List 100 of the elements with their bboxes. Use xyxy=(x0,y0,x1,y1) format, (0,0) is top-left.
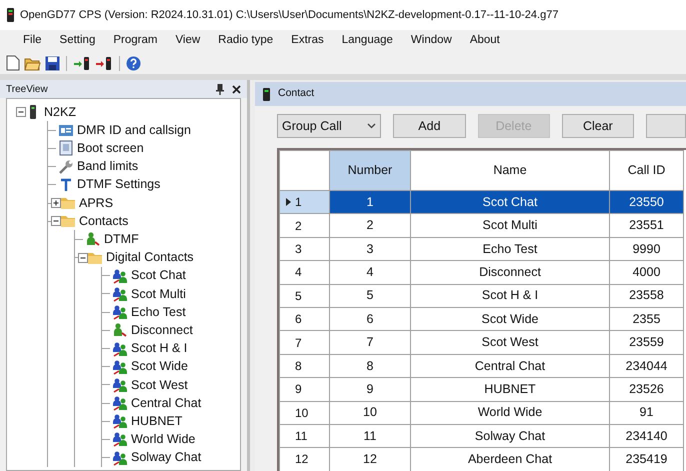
table-cell: Echo Test xyxy=(410,237,610,261)
collapse-icon[interactable] xyxy=(51,216,61,226)
call-type-dropdown[interactable]: Group Call xyxy=(277,114,382,138)
column-header[interactable]: Call ID xyxy=(610,150,684,190)
table-cell: Scot West xyxy=(410,330,610,354)
folder-icon xyxy=(60,213,76,230)
table-cell: Scot Wide xyxy=(410,307,610,331)
table-cell: 23526 xyxy=(610,378,684,402)
tree-item[interactable]: Solway Chat xyxy=(131,448,202,468)
row-header[interactable]: 9 xyxy=(280,378,330,402)
table-cell: 7 xyxy=(330,330,410,354)
new-file-icon[interactable] xyxy=(6,55,20,71)
close-icon[interactable] xyxy=(232,84,241,94)
save-icon[interactable] xyxy=(45,56,60,70)
tree-item[interactable]: N2KZ xyxy=(44,102,76,122)
folder-icon[interactable] xyxy=(24,56,41,70)
people-icon xyxy=(112,304,128,320)
row-header[interactable]: 6 xyxy=(280,307,330,331)
table-cell: 23558 xyxy=(610,284,684,308)
menu-item[interactable]: About xyxy=(460,32,509,50)
tree-item[interactable]: Digital Contacts xyxy=(106,248,194,267)
people-icon xyxy=(112,376,128,393)
table-cell: 5 xyxy=(330,284,410,308)
id-card-icon xyxy=(58,122,74,138)
menu-item[interactable]: Program xyxy=(104,32,166,50)
menu-item[interactable]: Language xyxy=(332,32,402,50)
collapse-icon[interactable] xyxy=(78,252,88,263)
expand-icon[interactable] xyxy=(51,198,61,208)
toolbar-button[interactable]: Clear xyxy=(562,114,634,138)
tree-item[interactable]: DTMF Settings xyxy=(77,175,160,194)
tree-item[interactable]: Echo Test xyxy=(131,302,186,322)
table-cell: 234044 xyxy=(610,354,684,378)
table-cell: 23550 xyxy=(610,190,684,214)
tree-item[interactable]: Scot Multi xyxy=(131,284,186,304)
tree-item[interactable]: HUBNET xyxy=(131,412,182,431)
tree-item[interactable]: DTMF xyxy=(104,230,139,249)
row-header[interactable]: 5 xyxy=(280,284,330,308)
table-cell: 234140 xyxy=(610,424,684,448)
tree-item[interactable]: Central Chat xyxy=(131,394,202,412)
menu-item[interactable]: File xyxy=(14,32,51,50)
table-cell: 11 xyxy=(330,424,410,448)
help-icon[interactable] xyxy=(126,56,141,70)
radio-icon xyxy=(6,8,15,22)
tree-item[interactable]: Scot West xyxy=(131,376,188,394)
row-header[interactable]: 4 xyxy=(280,260,330,284)
tree-item[interactable]: Boot screen xyxy=(77,139,144,158)
wrench-icon xyxy=(58,158,74,175)
table-cell: 23559 xyxy=(610,330,684,354)
people-icon xyxy=(112,413,128,430)
panel-title: Contact xyxy=(278,86,314,102)
row-header[interactable]: 3 xyxy=(280,237,330,261)
table-cell: 91 xyxy=(610,401,684,424)
tuning-fork-icon xyxy=(58,176,74,193)
people-icon xyxy=(112,431,128,448)
panel-title: TreeView xyxy=(6,82,49,96)
column-header[interactable]: Number xyxy=(330,150,410,190)
table-cell: 4000 xyxy=(610,260,684,284)
table-cell: 2 xyxy=(330,214,410,238)
read-radio-icon[interactable] xyxy=(73,56,91,70)
tree-item[interactable]: APRS xyxy=(79,194,114,212)
table-cell: 1 xyxy=(330,190,410,214)
menu-item[interactable]: Radio type xyxy=(209,32,282,50)
row-header[interactable]: 7 xyxy=(280,330,330,354)
row-header[interactable]: 10 xyxy=(280,401,330,424)
table-cell: Scot Chat xyxy=(410,190,610,214)
menu-item[interactable]: Window xyxy=(402,32,461,50)
menu-item[interactable]: Setting xyxy=(50,32,104,50)
tree-item[interactable]: Band limits xyxy=(77,157,138,176)
tree-item[interactable]: Scot H & I xyxy=(131,339,188,358)
tree-item[interactable]: Scot Wide xyxy=(131,357,188,376)
tree-item[interactable]: Contacts xyxy=(79,212,128,231)
person-icon xyxy=(112,322,128,338)
table-cell: 10 xyxy=(330,401,410,424)
table-cell: Solway Chat xyxy=(410,424,610,448)
table-cell: 23551 xyxy=(610,214,684,238)
row-header[interactable]: 11 xyxy=(280,424,330,448)
pin-icon[interactable] xyxy=(216,84,224,94)
menu-item[interactable]: Extras xyxy=(282,32,333,50)
table-cell: Central Chat xyxy=(410,354,610,378)
tree-item[interactable]: DMR ID and callsign xyxy=(77,120,191,140)
folder-icon xyxy=(60,195,76,212)
column-header[interactable]: Name xyxy=(410,150,610,190)
tree-item[interactable]: Scot Chat xyxy=(131,266,186,286)
table-cell: 9 xyxy=(330,378,410,402)
row-header[interactable]: 2 xyxy=(280,214,330,238)
row-pointer-icon xyxy=(286,198,291,206)
menu-item[interactable]: View xyxy=(166,32,210,50)
tree-item[interactable]: World Wide xyxy=(131,430,196,449)
tree-item[interactable]: Disconnect xyxy=(131,320,193,340)
table-cell: 3 xyxy=(330,237,410,261)
row-header[interactable]: 8 xyxy=(280,354,330,378)
people-icon xyxy=(112,395,128,412)
table-cell: World Wide xyxy=(410,401,610,424)
write-radio-icon[interactable] xyxy=(95,56,113,70)
collapse-icon[interactable] xyxy=(16,107,26,118)
table-cell: HUBNET xyxy=(410,378,610,402)
row-header[interactable]: 1 xyxy=(280,190,330,214)
toolbar-button[interactable]: Add xyxy=(393,114,466,138)
row-header[interactable]: 12 xyxy=(280,448,330,471)
screen-icon xyxy=(58,140,74,156)
